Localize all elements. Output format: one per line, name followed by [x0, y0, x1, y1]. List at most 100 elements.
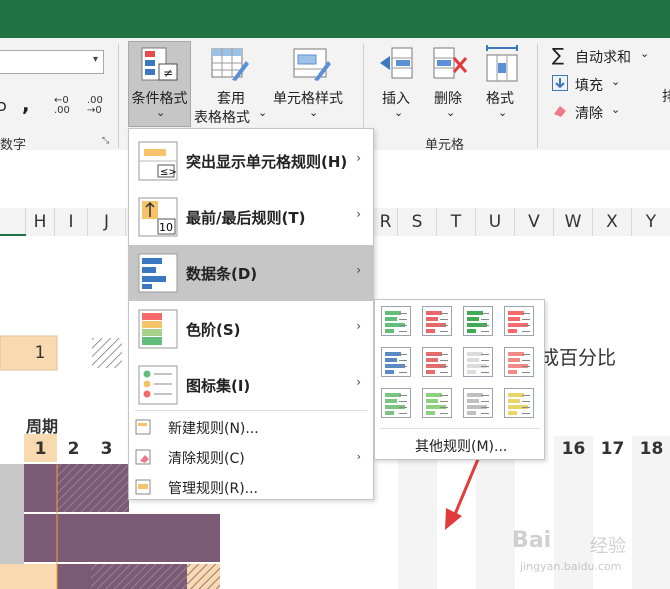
data-bar-option[interactable]: [381, 388, 411, 418]
format-as-table-label-2[interactable]: 表格格式: [194, 107, 250, 127]
data-bar-option[interactable]: [463, 306, 493, 336]
data-bar-line: [399, 319, 407, 320]
data-bar-swatch: [508, 317, 520, 321]
menu-item-new-rule[interactable]: 新建规则(N)...: [129, 412, 373, 442]
data-bar-swatch: [467, 411, 476, 415]
cell-value[interactable]: 1: [30, 343, 50, 363]
data-bar-swatch: [385, 411, 394, 415]
menu-item-color-scales[interactable]: 色阶(S) ›: [129, 301, 373, 357]
data-bar-option[interactable]: [504, 388, 534, 418]
data-bar-swatch: [385, 317, 397, 321]
column-header[interactable]: W: [554, 208, 593, 236]
data-bar-swatch: [508, 370, 517, 374]
data-bar-option[interactable]: [381, 306, 411, 336]
data-bar-line: [481, 331, 489, 332]
data-bar-line: [481, 372, 489, 373]
svg-text:≤>: ≤>: [160, 167, 177, 178]
fill-button[interactable]: 填充: [575, 75, 603, 95]
column-header[interactable]: T: [437, 208, 476, 236]
data-bar-line: [399, 395, 407, 396]
data-bar-line: [399, 407, 407, 408]
data-bar-option[interactable]: [463, 388, 493, 418]
column-header[interactable]: Y: [632, 208, 670, 236]
dialog-launcher-icon[interactable]: ⤡: [102, 136, 109, 146]
menu-item-clear-rules[interactable]: 清除规则(C) ›: [129, 442, 373, 472]
data-bar-swatch: [426, 399, 438, 403]
delete-button[interactable]: 删除: [434, 88, 462, 108]
sort-filter-button[interactable]: 排: [662, 86, 670, 106]
column-header[interactable]: R: [374, 208, 398, 236]
clear-button[interactable]: 清除: [575, 103, 603, 123]
data-bar-line: [440, 331, 448, 332]
number-format-dropdown[interactable]: ▾: [0, 50, 104, 74]
more-rules-item[interactable]: 其他规则(M)...: [415, 436, 507, 456]
data-bar-line: [522, 313, 530, 314]
column-header[interactable]: S: [398, 208, 437, 236]
autosum-button[interactable]: 自动求和: [575, 47, 631, 67]
data-bar-line: [481, 395, 489, 396]
column-header[interactable]: V: [515, 208, 554, 236]
menu-item-manage-rules[interactable]: 管理规则(R)...: [129, 472, 373, 502]
data-bar-line: [399, 401, 407, 402]
data-bar-line: [481, 354, 489, 355]
data-bar-line: [440, 366, 448, 367]
data-bar-option[interactable]: [422, 347, 452, 377]
menu-item-label: 管理规则(R)...: [168, 481, 259, 497]
top-bottom-rules-icon: 10: [138, 197, 178, 237]
insert-button[interactable]: 插入: [382, 88, 410, 108]
data-bar-line: [440, 360, 448, 361]
chevron-down-icon: ⌄: [156, 106, 166, 119]
conditional-formatting-menu: ≤> 突出显示单元格规则(H) › 10 最前/最后规则(T) › 数据条(D)…: [128, 128, 374, 500]
period-number: 1: [34, 439, 47, 459]
data-bar-swatch: [385, 399, 397, 403]
data-bar-swatch: [467, 329, 476, 333]
column-header[interactable]: U: [476, 208, 515, 236]
data-bar-line: [522, 372, 530, 373]
menu-item-top-bottom-rules[interactable]: 10 最前/最后规则(T) ›: [129, 189, 373, 245]
comma-style-button[interactable]: ,: [22, 92, 30, 116]
chevron-down-icon: ⌄: [394, 106, 404, 119]
menu-item-highlight-cells-rules[interactable]: ≤> 突出显示单元格规则(H) ›: [129, 133, 373, 189]
data-bar-swatch: [508, 358, 520, 362]
data-bar-option[interactable]: [463, 347, 493, 377]
column-header[interactable]: X: [593, 208, 632, 236]
data-bar-swatch: [426, 358, 438, 362]
format-as-table-label-1[interactable]: 套用: [217, 88, 245, 108]
decrease-decimal-button[interactable]: .00 →0: [87, 96, 103, 116]
data-bar-line: [440, 319, 448, 320]
menu-item-data-bars[interactable]: 数据条(D) ›: [129, 245, 373, 301]
data-bar-line: [481, 413, 489, 414]
data-bar-option[interactable]: [504, 306, 534, 336]
format-button[interactable]: 格式: [486, 88, 514, 108]
data-bar-swatch: [426, 317, 438, 321]
chevron-down-icon: ⌄: [309, 106, 319, 119]
data-bar-line: [481, 401, 489, 402]
data-bar-line: [399, 354, 407, 355]
period-number: 18: [639, 439, 664, 459]
menu-separator: [135, 410, 367, 411]
column-header[interactable]: J: [88, 208, 126, 236]
data-bar-line: [440, 354, 448, 355]
icon-sets-icon: [138, 365, 178, 405]
watermark-brand-2: 经验: [590, 536, 626, 557]
column-header[interactable]: [0, 208, 26, 236]
column-header[interactable]: I: [55, 208, 88, 236]
data-bar-option[interactable]: [504, 347, 534, 377]
menu-item-label: 突出显示单元格规则(H): [186, 153, 348, 171]
watermark-url: jingyan.baidu.com: [520, 560, 622, 573]
data-bar-option[interactable]: [381, 347, 411, 377]
cell-styles-button[interactable]: 单元格样式: [273, 88, 343, 108]
data-bar-line: [522, 331, 530, 332]
increase-decimal-button[interactable]: ←0 .00: [54, 96, 70, 116]
data-bar-line: [481, 366, 489, 367]
data-bar-line: [440, 395, 448, 396]
data-bar-swatch: [508, 399, 520, 403]
data-bar-option[interactable]: [422, 306, 452, 336]
menu-item-icon-sets[interactable]: 图标集(I) ›: [129, 357, 373, 413]
data-bar-line: [440, 407, 448, 408]
column-header[interactable]: H: [26, 208, 55, 236]
menu-item-label: 最前/最后规则(T): [186, 209, 306, 227]
data-bar-option[interactable]: [422, 388, 452, 418]
currency-button[interactable]: ɔ: [0, 96, 7, 115]
menu-item-label: 清除规则(C): [168, 451, 245, 467]
